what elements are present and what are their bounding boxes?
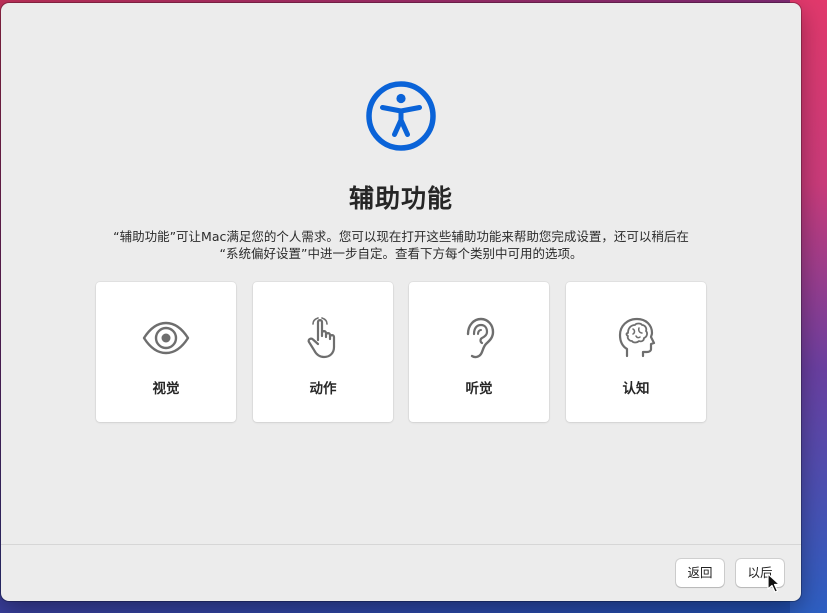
back-button[interactable]: 返回 <box>676 559 724 587</box>
category-card-cognitive[interactable]: 认知 <box>566 282 706 422</box>
page-title: 辅助功能 <box>348 184 453 213</box>
category-card-vision[interactable]: 视觉 <box>96 282 236 422</box>
category-label: 听觉 <box>465 381 493 397</box>
mouse-cursor-icon <box>767 573 781 593</box>
description-line: “辅助功能”可让Mac满足您的个人需求。您可以现在打开这些辅助功能来帮助您完成设… <box>113 229 689 244</box>
setup-assistant-window: 辅助功能 “辅助功能”可让Mac满足您的个人需求。您可以现在打开这些辅助功能来帮… <box>1 3 801 601</box>
page-description: “辅助功能”可让Mac满足您的个人需求。您可以现在打开这些辅助功能来帮助您完成设… <box>81 228 721 262</box>
category-label: 认知 <box>622 381 650 397</box>
footer-divider <box>1 544 801 545</box>
category-label: 动作 <box>309 381 337 397</box>
category-card-hearing[interactable]: 听觉 <box>409 282 549 422</box>
description-line: “系统偏好设置”中进一步自定。查看下方每个类别中可用的选项。 <box>219 246 583 261</box>
accessibility-icon <box>366 81 436 151</box>
hand-pointer-icon <box>307 317 336 359</box>
brain-head-icon <box>618 317 656 358</box>
category-card-motor[interactable]: 动作 <box>253 282 393 422</box>
category-label: 视觉 <box>152 381 180 397</box>
eye-icon <box>142 321 190 355</box>
ear-icon <box>466 317 495 359</box>
